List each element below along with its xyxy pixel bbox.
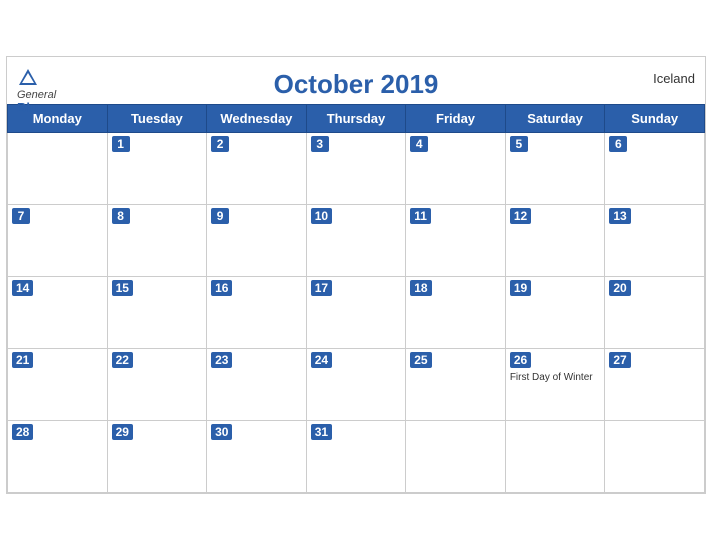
weekday-saturday: Saturday (505, 105, 605, 133)
day-number: 9 (211, 208, 229, 224)
day-event: First Day of Winter (510, 371, 601, 384)
day-number: 30 (211, 424, 232, 440)
calendar-cell: 22 (107, 349, 207, 421)
weekday-wednesday: Wednesday (207, 105, 307, 133)
day-number: 21 (12, 352, 33, 368)
calendar-cell: 29 (107, 421, 207, 493)
day-number: 5 (510, 136, 528, 152)
day-number: 2 (211, 136, 229, 152)
calendar-header: General Blue October 2019 Iceland (7, 57, 705, 104)
calendar-cell: 3 (306, 133, 406, 205)
day-number: 16 (211, 280, 232, 296)
calendar-cell: 5 (505, 133, 605, 205)
calendar-cell: 23 (207, 349, 307, 421)
calendar-cell: 24 (306, 349, 406, 421)
calendar-cell: 31 (306, 421, 406, 493)
weekday-sunday: Sunday (605, 105, 705, 133)
calendar-cell: 16 (207, 277, 307, 349)
calendar-cell: 4 (406, 133, 506, 205)
calendar-cell (406, 421, 506, 493)
calendar-cell: 14 (8, 277, 108, 349)
day-number: 8 (112, 208, 130, 224)
calendar-cell: 13 (605, 205, 705, 277)
weekday-header-row: MondayTuesdayWednesdayThursdayFridaySatu… (8, 105, 705, 133)
calendar: General Blue October 2019 Iceland Monday… (6, 56, 706, 494)
day-number: 3 (311, 136, 329, 152)
day-number: 31 (311, 424, 332, 440)
logo: General Blue (17, 67, 56, 115)
calendar-cell: 28 (8, 421, 108, 493)
calendar-cell: 17 (306, 277, 406, 349)
day-number: 19 (510, 280, 531, 296)
week-row-3: 14 15 16 17 18 19 20 (8, 277, 705, 349)
day-number: 29 (112, 424, 133, 440)
day-number: 17 (311, 280, 332, 296)
calendar-cell: 11 (406, 205, 506, 277)
day-number: 6 (609, 136, 627, 152)
calendar-cell: 12 (505, 205, 605, 277)
calendar-cell: 21 (8, 349, 108, 421)
calendar-cell: 10 (306, 205, 406, 277)
day-number: 12 (510, 208, 531, 224)
calendar-table: MondayTuesdayWednesdayThursdayFridaySatu… (7, 104, 705, 493)
day-number: 27 (609, 352, 630, 368)
day-number: 11 (410, 208, 431, 224)
day-number: 24 (311, 352, 332, 368)
calendar-cell: 30 (207, 421, 307, 493)
weekday-thursday: Thursday (306, 105, 406, 133)
calendar-cell: 1 (107, 133, 207, 205)
calendar-cell: 18 (406, 277, 506, 349)
week-row-5: 28 29 30 31 (8, 421, 705, 493)
day-number: 4 (410, 136, 428, 152)
day-number: 26 (510, 352, 531, 368)
calendar-cell: 8 (107, 205, 207, 277)
calendar-cell (505, 421, 605, 493)
weekday-tuesday: Tuesday (107, 105, 207, 133)
calendar-cell (8, 133, 108, 205)
calendar-cell: 26 First Day of Winter (505, 349, 605, 421)
day-number: 22 (112, 352, 133, 368)
day-number: 25 (410, 352, 431, 368)
calendar-cell: 15 (107, 277, 207, 349)
calendar-cell: 2 (207, 133, 307, 205)
logo-icon (17, 67, 39, 89)
week-row-1: 1 2 3 4 5 6 (8, 133, 705, 205)
calendar-cell: 19 (505, 277, 605, 349)
day-number: 18 (410, 280, 431, 296)
country-label: Iceland (653, 71, 695, 86)
day-number: 7 (12, 208, 30, 224)
day-number: 14 (12, 280, 33, 296)
calendar-cell: 25 (406, 349, 506, 421)
calendar-cell: 7 (8, 205, 108, 277)
logo-blue-text: Blue (17, 101, 45, 115)
calendar-cell: 27 (605, 349, 705, 421)
calendar-cell: 9 (207, 205, 307, 277)
calendar-cell: 6 (605, 133, 705, 205)
day-number: 28 (12, 424, 33, 440)
calendar-cell (605, 421, 705, 493)
day-number: 15 (112, 280, 133, 296)
day-number: 20 (609, 280, 630, 296)
day-number: 13 (609, 208, 630, 224)
week-row-4: 21 22 23 24 25 26 First Day of Winter 27 (8, 349, 705, 421)
calendar-title: October 2019 (17, 69, 695, 100)
week-row-2: 7 8 9 10 11 12 13 (8, 205, 705, 277)
day-number: 1 (112, 136, 130, 152)
day-number: 23 (211, 352, 232, 368)
weekday-friday: Friday (406, 105, 506, 133)
calendar-cell: 20 (605, 277, 705, 349)
day-number: 10 (311, 208, 332, 224)
